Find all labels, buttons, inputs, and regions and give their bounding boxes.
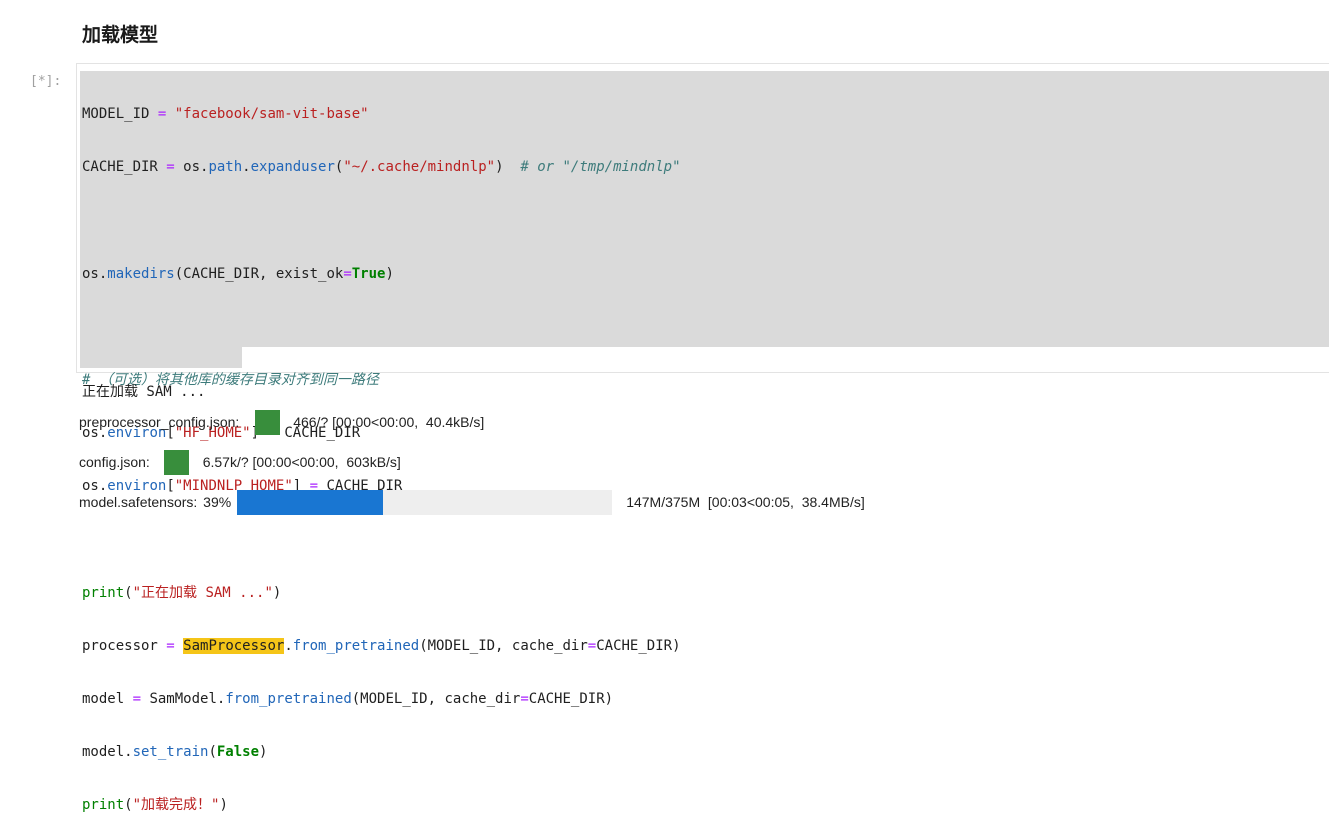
search-match-highlight: SamProcessor [183,637,285,654]
code-line-10: print("正在加载 SAM ...") [82,584,282,601]
progress-bar-fill [237,489,384,515]
progress-row-config: config.json: 6.57k/? [00:00<00:00, 603kB… [79,449,401,475]
progress-row-preprocessor-config: preprocessor_config.json: 466/? [00:00<0… [79,409,484,435]
progress-label: model.safetensors: [79,494,202,510]
progress-bar-track [237,489,613,515]
progress-stats: 6.57k/? [00:00<00:00, 603kB/s] [202,454,401,470]
section-heading: 加载模型 [82,24,159,46]
progress-label: preprocessor_config.json: [79,414,244,430]
code-line-13: model.set_train(False) [82,744,268,761]
code-line-2: CACHE_DIR = os.path.expanduser("~/.cache… [82,159,681,176]
progress-row-model-safetensors: model.safetensors: 39% 147M/375M [00:03<… [79,489,865,515]
cell-prompt: [*]: [30,74,62,89]
code-line-14: print("加载完成！") [82,797,228,814]
progress-label: config.json: [79,454,154,470]
progress-complete-block [255,409,281,435]
progress-stats: 147M/375M [00:03<00:05, 38.4MB/s] [626,494,865,510]
progress-complete-block [163,449,189,475]
code-line-11: processor = SamProcessor.from_pretrained… [82,637,681,654]
progress-percent: 39% [203,494,232,510]
cell-stdout: 正在加载 SAM ... [82,384,206,400]
progress-stats: 466/? [00:00<00:00, 40.4kB/s] [293,414,485,430]
code-line-1: MODEL_ID = "facebook/sam-vit-base" [82,106,369,122]
code-line-12: model = SamModel.from_pretrained(MODEL_I… [82,691,614,708]
code-line-4: os.makedirs(CACHE_DIR, exist_ok=True) [82,265,394,282]
